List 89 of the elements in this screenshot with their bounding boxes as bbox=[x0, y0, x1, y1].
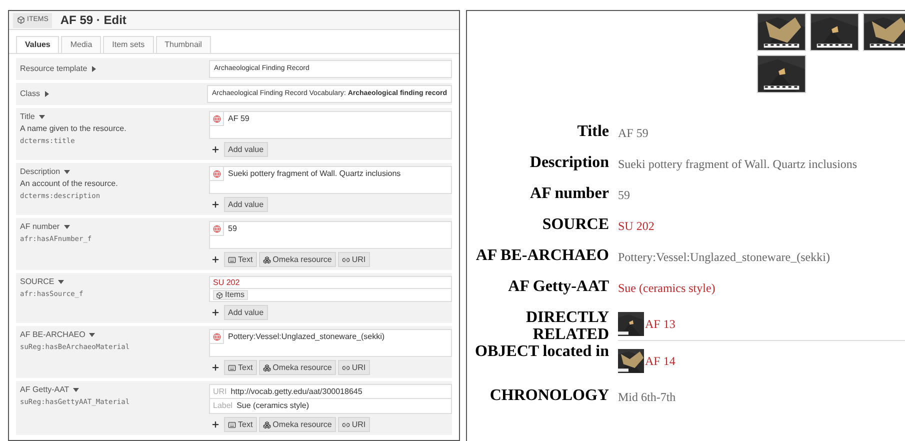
value-type-button[interactable]: URI bbox=[338, 360, 370, 375]
field-label: AF Getty-AAT bbox=[20, 384, 70, 396]
field-label: AF number bbox=[20, 221, 60, 233]
value-type-button[interactable]: Omeka resource bbox=[258, 417, 336, 432]
caret-right-icon[interactable] bbox=[91, 66, 98, 72]
field-label: Title bbox=[20, 111, 35, 123]
value-text: Sueki pottery fragment of Wall. Quartz inclusions bbox=[227, 168, 401, 180]
keyboard-icon bbox=[228, 364, 236, 372]
field-label: SOURCE bbox=[20, 276, 54, 288]
value-type-button[interactable]: Text bbox=[224, 252, 257, 267]
uri-field[interactable]: URI http://vocab.getty.edu/aat/300018645 bbox=[209, 384, 452, 399]
plus-icon bbox=[211, 145, 220, 154]
caret-down-icon[interactable] bbox=[64, 169, 70, 175]
boxes-icon bbox=[262, 256, 271, 264]
add-value-button[interactable]: Add value bbox=[224, 197, 268, 212]
page-title: AF 59 · Edit bbox=[60, 12, 126, 29]
caret-down-icon[interactable] bbox=[64, 224, 70, 230]
plus-icon bbox=[211, 420, 220, 429]
caret-down-icon[interactable] bbox=[38, 114, 45, 120]
keyboard-icon bbox=[228, 420, 236, 428]
value-text: Pottery:Vessel:Unglazed_stoneware_(sekki) bbox=[227, 331, 385, 343]
value-text: Pottery:Vessel:Unglazed_stoneware_(sekki) bbox=[618, 250, 830, 264]
value-link[interactable]: SU 202 bbox=[618, 219, 654, 233]
property-label: Description bbox=[528, 154, 609, 171]
keyboard-icon bbox=[228, 256, 236, 264]
value-type-button[interactable]: Text bbox=[224, 360, 257, 375]
field-description: A name given to the resource. bbox=[20, 123, 128, 135]
link-icon bbox=[342, 364, 350, 372]
value-field[interactable]: Pottery:Vessel:Unglazed_stoneware_(sekki) bbox=[209, 329, 452, 357]
value-field[interactable]: AF 59 bbox=[209, 111, 452, 139]
value-field[interactable]: 59 bbox=[209, 221, 452, 249]
property-label: AF Getty-AAT bbox=[507, 278, 609, 295]
language-icon[interactable] bbox=[212, 114, 220, 122]
uri-text: http://vocab.getty.edu/aat/300018645 bbox=[230, 386, 362, 398]
field-label: Class bbox=[20, 88, 40, 100]
property-label: AF number bbox=[529, 185, 609, 202]
plus-icon bbox=[211, 200, 220, 209]
property-label: Title bbox=[576, 123, 609, 140]
language-icon[interactable] bbox=[212, 224, 220, 232]
boxes-icon bbox=[262, 364, 271, 372]
cube-icon bbox=[17, 16, 25, 24]
value-text: Mid 6th-7th bbox=[618, 390, 676, 404]
value-text: 59 bbox=[227, 223, 237, 235]
uri-caption: URI bbox=[213, 386, 227, 398]
value-link[interactable]: AF 13 bbox=[645, 317, 676, 331]
value-link[interactable]: Sue (ceramics style) bbox=[618, 281, 716, 295]
property-label: AF BE-ARCHAEO bbox=[474, 247, 609, 264]
plus-icon bbox=[211, 363, 220, 372]
value-type-button[interactable]: URI bbox=[338, 417, 370, 432]
add-value-button[interactable]: Add value bbox=[224, 142, 268, 157]
caret-down-icon[interactable] bbox=[73, 387, 80, 393]
link-icon bbox=[342, 420, 350, 428]
value-text: 59 bbox=[618, 188, 630, 202]
value-text: AF 59 bbox=[227, 113, 250, 125]
label-field[interactable]: Label Sue (ceramics style) bbox=[209, 399, 452, 414]
plus-icon bbox=[211, 308, 220, 317]
resource-value[interactable]: SU 202 bbox=[209, 276, 452, 289]
add-value-button[interactable]: Add value bbox=[224, 305, 268, 320]
label-text: Sue (ceramics style) bbox=[236, 400, 310, 412]
value-text: Sueki pottery fragment of Wall. Quartz inclusions bbox=[618, 157, 858, 171]
link-icon bbox=[342, 256, 350, 264]
property-label: CHRONOLOGY bbox=[488, 387, 609, 404]
tab[interactable]: Thumbnail bbox=[156, 36, 211, 53]
boxes-icon bbox=[262, 420, 271, 428]
value-type-button[interactable]: Omeka resource bbox=[258, 252, 336, 267]
cube-icon bbox=[216, 292, 223, 298]
items-chip: Items bbox=[213, 290, 248, 300]
caret-down-icon[interactable] bbox=[89, 332, 96, 338]
tab[interactable]: Media bbox=[61, 36, 102, 53]
label-caption: Label bbox=[213, 400, 233, 412]
caret-right-icon[interactable] bbox=[44, 91, 50, 97]
plus-icon bbox=[211, 255, 220, 264]
field-description: An account of the resource. bbox=[20, 178, 119, 190]
tab[interactable]: Values bbox=[16, 36, 60, 53]
caret-down-icon[interactable] bbox=[58, 279, 64, 285]
tab[interactable]: Item sets bbox=[103, 36, 154, 53]
field-label: AF BE-ARCHAEO bbox=[20, 329, 86, 341]
value-type-button[interactable]: URI bbox=[338, 252, 370, 267]
field-label: Resource template bbox=[20, 63, 88, 75]
value-type-button[interactable]: Text bbox=[224, 417, 257, 432]
value-field[interactable]: Sueki pottery fragment of Wall. Quartz inclusions bbox=[209, 166, 452, 194]
property-label: DIRECTLY RELATED OBJECT located in bbox=[474, 309, 609, 360]
property-label: SOURCE bbox=[541, 216, 609, 233]
value-text: AF 59 bbox=[618, 126, 648, 140]
language-icon[interactable] bbox=[212, 170, 220, 178]
language-icon[interactable] bbox=[212, 332, 220, 340]
value-link[interactable]: AF 14 bbox=[645, 354, 676, 368]
field-label: Description bbox=[20, 166, 60, 178]
value-type-button[interactable]: Omeka resource bbox=[258, 360, 336, 375]
